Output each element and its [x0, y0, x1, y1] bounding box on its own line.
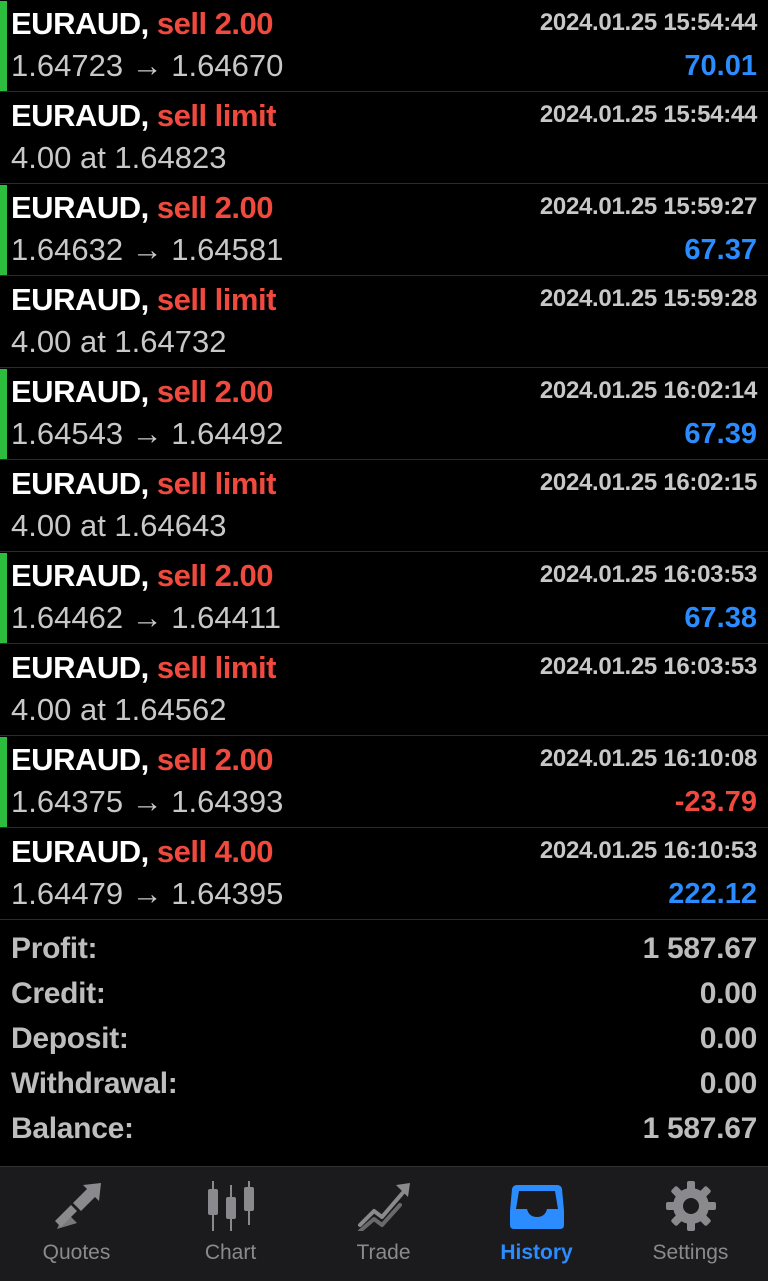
deal-title: EURAUD, sell 4.00: [11, 834, 274, 870]
history-deals-list: EURAUD, sell 2.00 2024.01.25 15:54:44 1.…: [0, 0, 768, 920]
deal-action: sell 2.00: [156, 374, 274, 409]
deal-profit: -23.79: [674, 786, 757, 818]
deal-title: EURAUD, sell 2.00: [11, 190, 274, 226]
summary-value: 1 587.67: [642, 1112, 758, 1145]
summary-label: Credit:: [11, 977, 106, 1010]
deal-prices: 1.64462 → 1.64411: [11, 600, 282, 635]
deal-prices: 1.64632 → 1.64581: [11, 232, 284, 267]
summary-label: Profit:: [11, 932, 98, 965]
tab-label: Trade: [356, 1241, 411, 1264]
gear-icon: [665, 1181, 716, 1231]
deal-title: EURAUD, sell limit: [11, 98, 276, 134]
deal-row[interactable]: EURAUD, sell limit 2024.01.25 15:54:44 4…: [0, 92, 768, 184]
deal-row[interactable]: EURAUD, sell 2.00 2024.01.25 16:03:53 1.…: [0, 552, 768, 644]
trade-icon: [357, 1183, 410, 1231]
deal-prices: 1.64543 → 1.64492: [11, 416, 284, 451]
summary-label: Withdrawal:: [11, 1067, 178, 1100]
deal-symbol: EURAUD,: [11, 742, 149, 777]
summary-value: 0.00: [699, 1067, 758, 1100]
deal-time: 2024.01.25 16:03:53: [539, 561, 757, 588]
tab-label: Settings: [652, 1241, 729, 1264]
deal-profit: 67.38: [684, 602, 757, 634]
deal-action: sell 2.00: [156, 742, 274, 777]
deal-row[interactable]: EURAUD, sell 2.00 2024.01.25 16:10:08 1.…: [0, 736, 768, 828]
tab-bar: Quotes Chart Trade History Settings: [0, 1166, 768, 1281]
deal-symbol: EURAUD,: [11, 466, 149, 501]
tab-label: History: [500, 1241, 573, 1264]
tab-quotes[interactable]: Quotes: [0, 1167, 153, 1281]
summary-value: 0.00: [699, 977, 758, 1010]
deal-symbol: EURAUD,: [11, 558, 149, 593]
deal-action: sell limit: [156, 282, 277, 317]
history-icon: [509, 1185, 564, 1229]
deal-action: sell limit: [156, 98, 277, 133]
deal-title: EURAUD, sell limit: [11, 650, 276, 686]
deal-row[interactable]: EURAUD, sell 4.00 2024.01.25 16:10:53 1.…: [0, 828, 768, 920]
tab-label: Quotes: [42, 1241, 111, 1264]
deal-prices: 4.00 at 1.64562: [11, 692, 227, 727]
deal-action: sell 2.00: [156, 190, 274, 225]
tab-trade[interactable]: Trade: [307, 1167, 460, 1281]
summary-balance-row: Balance: 1 587.67: [0, 1108, 768, 1153]
deal-symbol: EURAUD,: [11, 282, 149, 317]
deal-prices: 1.64375 → 1.64393: [11, 784, 284, 819]
quotes-icon: [54, 1183, 101, 1229]
deal-time: 2024.01.25 15:59:27: [539, 193, 757, 220]
deal-row[interactable]: EURAUD, sell 2.00 2024.01.25 15:54:44 1.…: [0, 0, 768, 92]
tab-chart[interactable]: Chart: [154, 1167, 307, 1281]
tab-history[interactable]: History: [460, 1167, 613, 1281]
tab-settings[interactable]: Settings: [614, 1167, 767, 1281]
deal-profit: 67.39: [684, 418, 757, 450]
deal-prices: 4.00 at 1.64823: [11, 140, 227, 175]
account-summary: Profit: 1 587.67 Credit: 0.00 Deposit: 0…: [0, 928, 768, 1153]
deal-time: 2024.01.25 16:03:53: [539, 653, 757, 680]
deal-profit: 222.12: [668, 878, 757, 910]
deal-time: 2024.01.25 16:02:14: [539, 377, 757, 404]
deal-time: 2024.01.25 16:10:08: [539, 745, 757, 772]
deal-symbol: EURAUD,: [11, 374, 149, 409]
deal-row[interactable]: EURAUD, sell 2.00 2024.01.25 16:02:14 1.…: [0, 368, 768, 460]
deal-title: EURAUD, sell limit: [11, 466, 276, 502]
deal-symbol: EURAUD,: [11, 6, 149, 41]
deal-symbol: EURAUD,: [11, 190, 149, 225]
summary-value: 0.00: [699, 1022, 758, 1055]
summary-label: Deposit:: [11, 1022, 129, 1055]
summary-label: Balance:: [11, 1112, 134, 1145]
deal-symbol: EURAUD,: [11, 98, 149, 133]
deal-symbol: EURAUD,: [11, 650, 149, 685]
chart-icon: [207, 1181, 254, 1231]
deal-title: EURAUD, sell 2.00: [11, 374, 274, 410]
deal-row[interactable]: EURAUD, sell 2.00 2024.01.25 15:59:27 1.…: [0, 184, 768, 276]
deal-prices: 4.00 at 1.64643: [11, 508, 227, 543]
summary-value: 1 587.67: [642, 932, 758, 965]
deal-row[interactable]: EURAUD, sell limit 2024.01.25 15:59:28 4…: [0, 276, 768, 368]
deal-action: sell limit: [156, 466, 277, 501]
deal-time: 2024.01.25 16:02:15: [539, 469, 757, 496]
deal-time: 2024.01.25 15:59:28: [539, 285, 757, 312]
deal-symbol: EURAUD,: [11, 834, 149, 869]
deal-title: EURAUD, sell 2.00: [11, 742, 274, 778]
deal-time: 2024.01.25 15:54:44: [539, 101, 757, 128]
summary-profit-row: Profit: 1 587.67: [0, 928, 768, 973]
deal-profit: 67.37: [684, 234, 757, 266]
deal-profit: 70.01: [684, 50, 757, 82]
deal-row[interactable]: EURAUD, sell limit 2024.01.25 16:03:53 4…: [0, 644, 768, 736]
deal-row[interactable]: EURAUD, sell limit 2024.01.25 16:02:15 4…: [0, 460, 768, 552]
deal-action: sell 4.00: [156, 834, 274, 869]
deal-action: sell 2.00: [156, 6, 274, 41]
deal-action: sell 2.00: [156, 558, 274, 593]
deal-prices: 1.64479 → 1.64395: [11, 876, 284, 911]
summary-deposit-row: Deposit: 0.00: [0, 1018, 768, 1063]
deal-prices: 4.00 at 1.64732: [11, 324, 227, 359]
deal-prices: 1.64723 → 1.64670: [11, 48, 284, 83]
summary-credit-row: Credit: 0.00: [0, 973, 768, 1018]
summary-withdrawal-row: Withdrawal: 0.00: [0, 1063, 768, 1108]
deal-action: sell limit: [156, 650, 277, 685]
deal-title: EURAUD, sell limit: [11, 282, 276, 318]
deal-title: EURAUD, sell 2.00: [11, 6, 274, 42]
tab-label: Chart: [204, 1241, 257, 1264]
deal-time: 2024.01.25 16:10:53: [539, 837, 757, 864]
deal-title: EURAUD, sell 2.00: [11, 558, 274, 594]
deal-time: 2024.01.25 15:54:44: [539, 9, 757, 36]
